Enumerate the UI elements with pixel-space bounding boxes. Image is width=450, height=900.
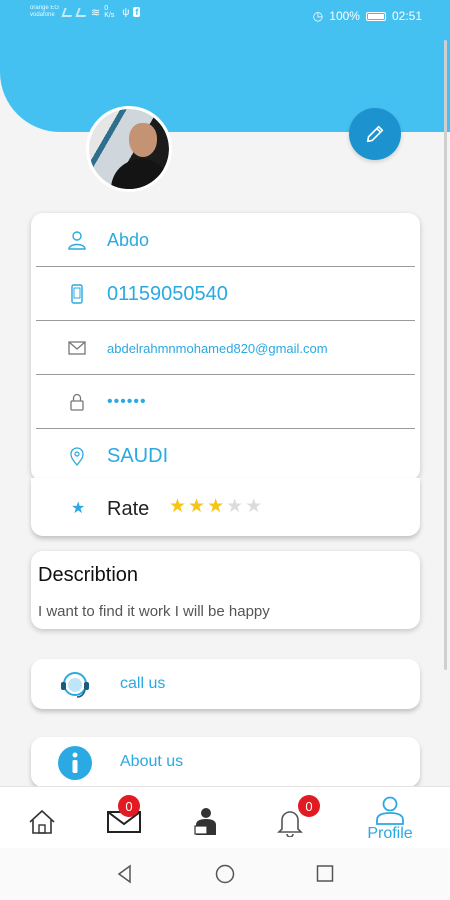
rate-label: Rate	[107, 498, 150, 520]
back-icon[interactable]	[115, 864, 135, 884]
messages-badge: 0	[118, 795, 140, 817]
star-empty-icon: ★	[245, 496, 263, 517]
user-outline-icon	[67, 230, 87, 250]
phone-value: 01159050540	[107, 282, 228, 305]
avatar[interactable]	[86, 106, 172, 192]
nav-profile[interactable]: Profile	[360, 787, 420, 849]
wifi-icon: ≋	[91, 6, 101, 19]
avatar-photo	[89, 109, 169, 189]
star-filled-icon: ★	[188, 496, 206, 517]
carrier-names: orange EG vodafone	[30, 5, 59, 19]
lock-icon	[67, 392, 87, 412]
bottom-nav: 0 0 Profile	[0, 786, 450, 848]
map-pin-icon	[67, 446, 87, 466]
star-icon: ★	[71, 500, 86, 517]
status-bar: orange EG vodafone ≋ 0 K/s ψ f ◷ 100% 02…	[0, 0, 450, 34]
pencil-icon	[366, 125, 384, 143]
person-icon	[376, 796, 404, 825]
headset-support-icon	[57, 667, 93, 703]
nav-messages[interactable]: 0	[106, 787, 142, 849]
mobile-phone-icon	[67, 284, 87, 304]
envelope-icon	[67, 338, 87, 358]
home-icon	[29, 809, 55, 834]
nav-jobs[interactable]	[190, 787, 222, 849]
info-icon	[57, 745, 93, 781]
description-card: Describtion I want to find it work I wil…	[31, 551, 420, 629]
description-title: Describtion	[38, 564, 139, 586]
password-value: ••••••	[107, 393, 147, 410]
edit-profile-button[interactable]	[349, 108, 401, 160]
rate-card: ★ Rate ★ ★ ★ ★ ★	[31, 478, 420, 536]
clock: 02:51	[391, 9, 422, 23]
usb-icon: ψ	[122, 6, 130, 18]
location-row[interactable]: SAUDI	[31, 429, 420, 483]
profile-nav-label: Profile	[367, 825, 413, 842]
recents-icon[interactable]	[316, 864, 334, 884]
location-value: SAUDI	[107, 444, 169, 467]
status-left: orange EG vodafone ≋ 0 K/s ψ f	[30, 5, 141, 19]
about-us-label: About us	[120, 753, 184, 770]
home-circle-icon[interactable]	[215, 864, 235, 884]
star-empty-icon: ★	[226, 496, 244, 517]
carrier-1: orange EG	[30, 5, 60, 11]
worker-icon	[194, 808, 216, 835]
name-row[interactable]: Abdo	[31, 213, 420, 267]
signal-icon	[61, 7, 75, 17]
alarm-icon: ◷	[312, 9, 324, 23]
description-text: I want to find it work I will be happy	[38, 603, 270, 620]
system-nav-bar	[0, 848, 450, 900]
star-filled-icon: ★	[169, 496, 187, 517]
battery-percent: 100%	[329, 9, 360, 23]
carrier-2: vodafone	[30, 12, 55, 18]
call-us-button[interactable]: call us	[31, 659, 420, 709]
rating-stars: ★ ★ ★ ★ ★	[169, 497, 262, 517]
status-right: ◷ 100% 02:51	[313, 9, 422, 23]
about-us-button[interactable]: About us	[31, 737, 420, 787]
name-value: Abdo	[107, 229, 150, 250]
notifications-badge: 0	[298, 795, 320, 817]
nav-notifications[interactable]: 0	[274, 787, 320, 849]
email-row[interactable]: abdelrahmnmohamed820@gmail.com	[31, 321, 420, 375]
scrollbar[interactable]	[444, 40, 447, 670]
facebook-icon: f	[133, 7, 141, 17]
phone-row[interactable]: 01159050540	[31, 267, 420, 321]
email-value: abdelrahmnmohamed820@gmail.com	[107, 340, 328, 356]
profile-info-card: Abdo 01159050540 abdelrahmnmohamed820@gm…	[31, 213, 420, 481]
call-us-label: call us	[120, 675, 166, 692]
nav-home[interactable]	[26, 787, 58, 849]
signal-icon	[75, 7, 89, 17]
password-row[interactable]: ••••••	[31, 375, 420, 429]
net-speed: 0 K/s	[104, 5, 115, 19]
star-filled-icon: ★	[207, 496, 225, 517]
battery-icon	[365, 11, 386, 21]
